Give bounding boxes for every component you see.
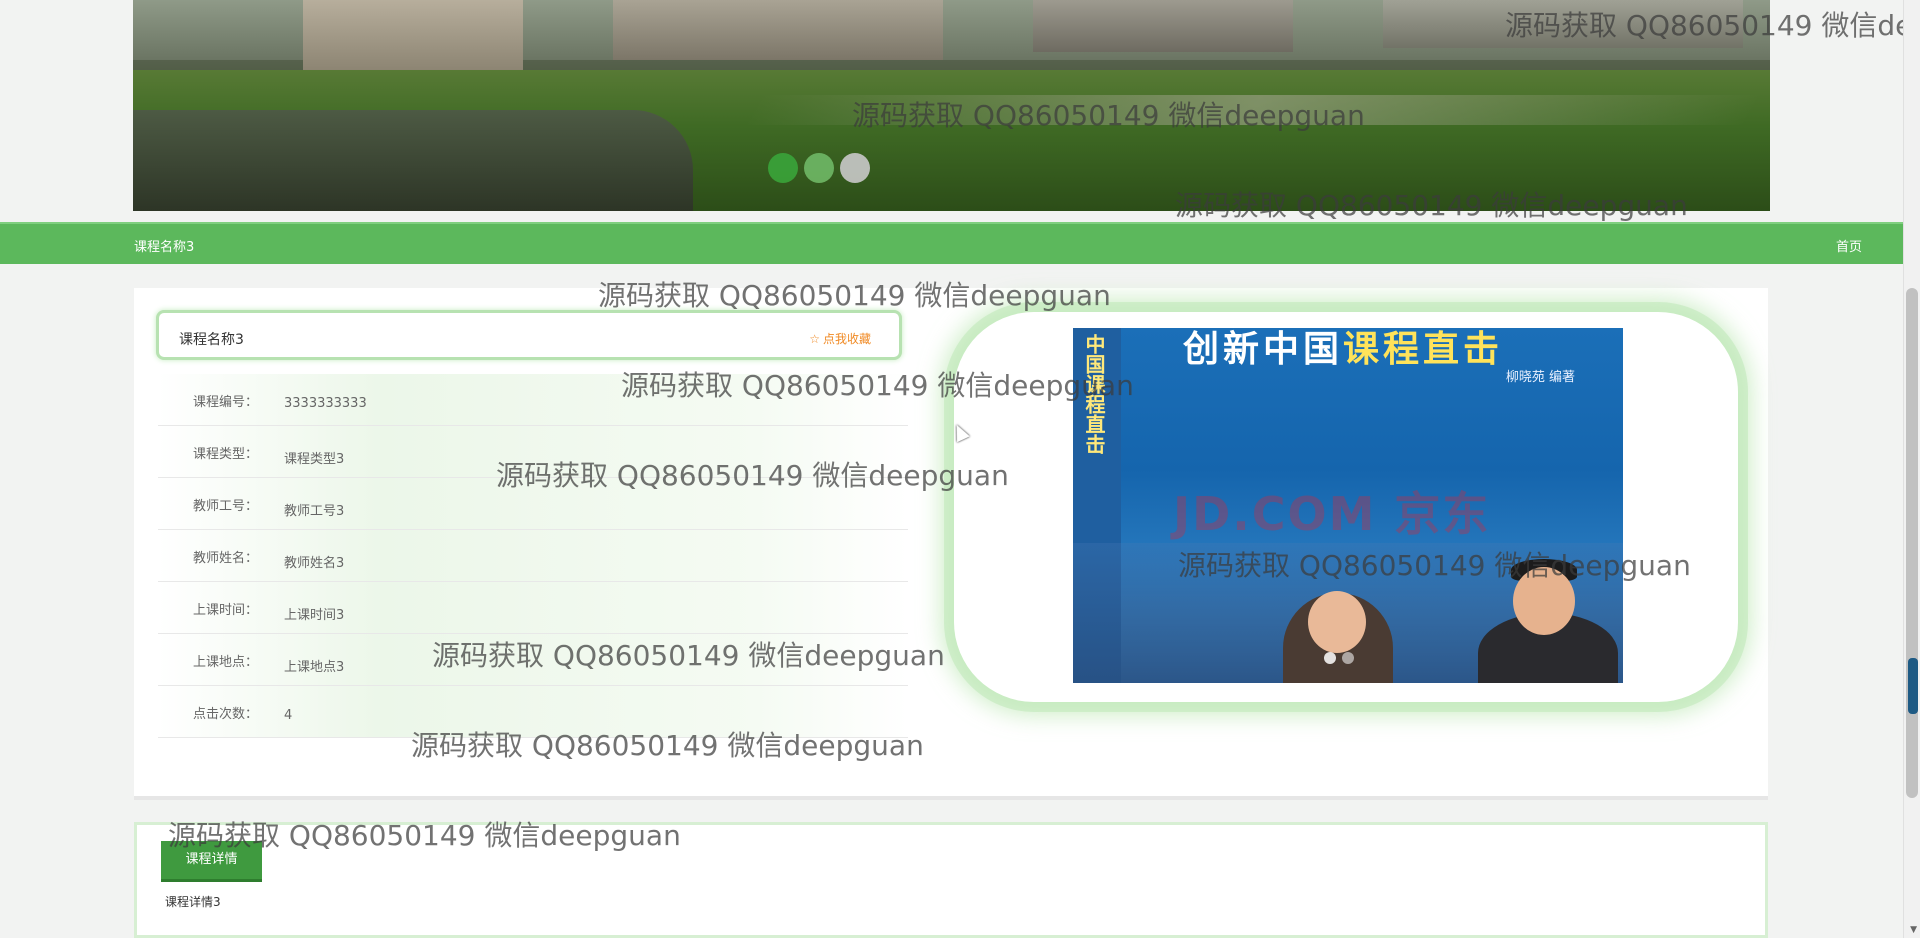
course-info-list: 课程编号： 3333333333 课程类型： 课程类型3 教师工号： 教师工号3…: [158, 374, 908, 738]
course-card: 课程名称3 ☆ 点我收藏 课程编号： 3333333333 课程类型： 课程类型…: [134, 288, 1768, 800]
scroll-down-arrow-icon[interactable]: ▼: [1910, 925, 1917, 935]
course-title-box: 课程名称3 ☆ 点我收藏: [156, 310, 902, 360]
book-cover-title: 创新中国课程直击: [1183, 328, 1503, 372]
info-row-class-time: 上课时间： 上课时间3: [158, 582, 908, 634]
book-spine-text: 中国课程直击: [1082, 334, 1106, 454]
image-dot-1[interactable]: [1324, 652, 1336, 664]
banner-building: [1383, 0, 1743, 48]
info-value: 上课地点3: [284, 660, 345, 675]
book-person-face: [1308, 591, 1366, 653]
favorite-button[interactable]: ☆ 点我收藏: [809, 330, 871, 347]
info-value: 课程类型3: [284, 452, 345, 467]
banner-building: [303, 0, 523, 70]
course-navbar: 课程名称3 首页: [0, 222, 1904, 264]
course-cover-image: 中国课程直击 创新中国课程直击 柳晓苑 编著 JD.COM 京东: [1073, 328, 1623, 683]
star-icon: ☆: [809, 331, 820, 346]
course-title: 课程名称3: [179, 332, 244, 348]
banner-pagination: [768, 153, 870, 183]
banner-dot-3[interactable]: [840, 153, 870, 183]
info-row-teacher-name: 教师姓名： 教师姓名3: [158, 530, 908, 582]
info-label: 上课地点：: [192, 655, 258, 670]
info-label: 课程编号：: [192, 395, 258, 410]
info-label: 课程类型：: [192, 447, 258, 462]
book-cover-title-b: 课程直击: [1343, 329, 1504, 370]
book-person-face: [1513, 567, 1575, 635]
banner-dot-2[interactable]: [804, 153, 834, 183]
navbar-title: 课程名称3: [134, 240, 195, 255]
banner-building: [613, 0, 943, 60]
course-detail-section: 课程详情 课程详情3: [134, 822, 1768, 938]
banner-water: [133, 110, 693, 211]
image-dot-2[interactable]: [1342, 652, 1354, 664]
banner-building: [1033, 0, 1293, 52]
info-row-teacher-id: 教师工号： 教师工号3: [158, 478, 908, 530]
favorite-label: 点我收藏: [822, 332, 871, 346]
info-row-course-id: 课程编号： 3333333333: [158, 374, 908, 426]
book-author: 柳晓苑 编著: [1505, 370, 1575, 385]
info-label: 上课时间：: [192, 603, 258, 618]
side-widget-handle[interactable]: [1908, 658, 1918, 714]
info-label: 教师工号：: [192, 499, 258, 514]
page-scrollbar[interactable]: ▼: [1903, 0, 1920, 938]
course-detail-content: 课程详情3: [165, 895, 221, 909]
book-cover-title-a: 创新中国: [1183, 329, 1344, 370]
info-row-click-count: 点击次数： 4: [158, 686, 908, 738]
scrollbar-thumb[interactable]: [1906, 288, 1918, 798]
info-value: 4: [284, 708, 293, 723]
hero-banner: [133, 0, 1770, 211]
info-value: 教师工号3: [284, 504, 345, 519]
banner-path: [744, 95, 1762, 125]
info-row-class-location: 上课地点： 上课地点3: [158, 634, 908, 686]
info-row-course-type: 课程类型： 课程类型3: [158, 426, 908, 478]
tab-course-detail[interactable]: 课程详情: [161, 841, 262, 879]
image-pagination: [1324, 652, 1354, 664]
info-label: 教师姓名：: [192, 551, 258, 566]
info-value: 教师姓名3: [284, 556, 345, 571]
info-value: 3333333333: [284, 396, 367, 411]
jd-watermark: JD.COM 京东: [1173, 487, 1491, 541]
info-label: 点击次数：: [192, 707, 258, 722]
banner-dot-1[interactable]: [768, 153, 798, 183]
nav-home-link[interactable]: 首页: [1836, 236, 1862, 255]
info-value: 上课时间3: [284, 608, 345, 623]
